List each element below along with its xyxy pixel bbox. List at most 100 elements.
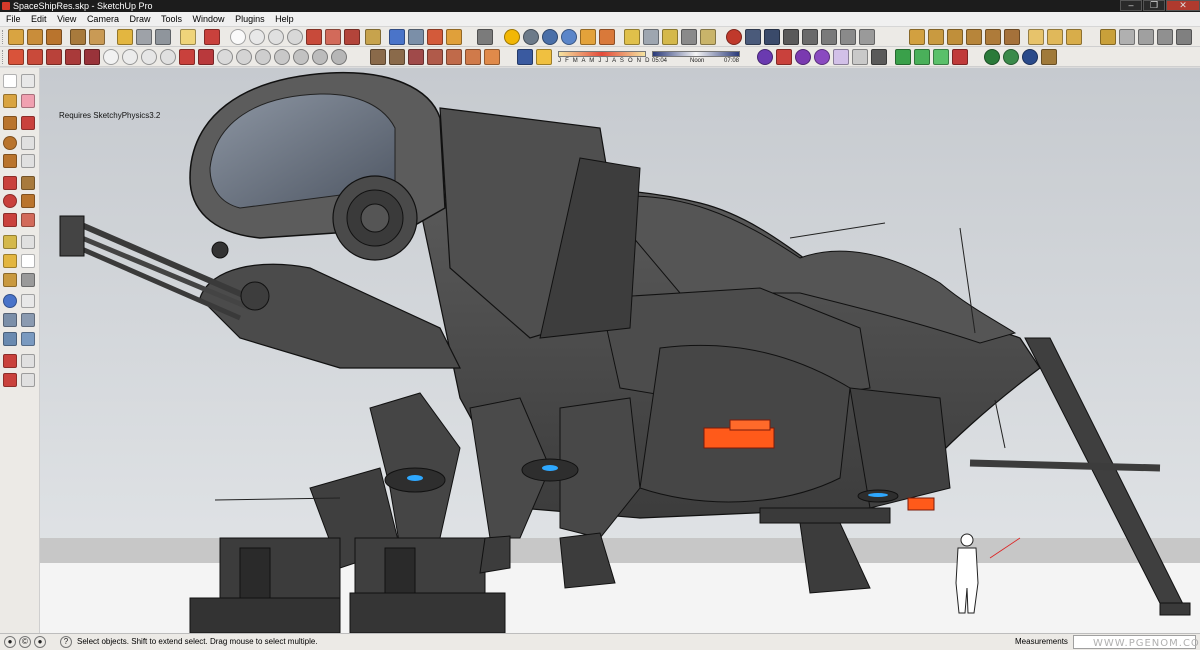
zoom-extents-tool-icon[interactable] [21, 332, 35, 346]
close-button[interactable]: ✕ [1166, 0, 1200, 11]
play-icon[interactable] [745, 29, 761, 45]
materials-icon[interactable] [427, 49, 443, 65]
plugin-tag-icon[interactable] [599, 29, 615, 45]
physics-debug-icon[interactable] [840, 29, 856, 45]
pen-icon[interactable] [852, 49, 868, 65]
std-view-iso-icon[interactable] [928, 29, 944, 45]
style-shaded-icon[interactable] [1100, 29, 1116, 45]
next-scene-icon[interactable] [1003, 49, 1019, 65]
physics-settings-icon[interactable] [802, 29, 818, 45]
nurbs-icon[interactable] [198, 49, 214, 65]
scene-box-icon[interactable] [1041, 49, 1057, 65]
toolbar-grip[interactable] [2, 50, 5, 64]
spin-3d-icon[interactable] [814, 49, 830, 65]
sandbox-from-contours-icon[interactable] [8, 29, 24, 45]
eraser-icon[interactable] [180, 29, 196, 45]
display-shadows-icon[interactable] [536, 49, 552, 65]
iso-view-icon[interactable] [155, 29, 171, 45]
style-wireframe-icon[interactable] [1047, 29, 1063, 45]
uniform-bspline-icon[interactable] [160, 49, 176, 65]
std-view-left-icon[interactable] [1004, 29, 1020, 45]
physics-ui-icon[interactable] [821, 29, 837, 45]
line-red-icon[interactable] [776, 49, 792, 65]
shadow-month-slider[interactable] [558, 51, 646, 57]
dark-box-icon[interactable] [871, 49, 887, 65]
style-xray-icon[interactable] [1028, 29, 1044, 45]
section-plane-tool-icon[interactable] [21, 373, 35, 387]
plugin-r-icon[interactable] [542, 29, 558, 45]
eraser-tool-icon[interactable] [21, 94, 35, 108]
polar-line-icon[interactable] [833, 49, 849, 65]
zoom-icon[interactable] [427, 29, 443, 45]
orbit-3d-icon[interactable] [795, 49, 811, 65]
offset-icon[interactable] [21, 213, 35, 227]
front-view-icon[interactable] [136, 29, 152, 45]
plugin-shadow-icon[interactable] [580, 29, 596, 45]
position-camera-icon[interactable] [3, 354, 17, 368]
make-component-icon[interactable] [21, 74, 35, 88]
plugin-z-icon[interactable] [561, 29, 577, 45]
scale-icon[interactable] [3, 213, 17, 227]
components-icon[interactable] [117, 29, 133, 45]
spline-icon[interactable] [46, 49, 62, 65]
curve-close-icon[interactable] [312, 49, 328, 65]
orbit-icon[interactable] [389, 29, 405, 45]
curve-loft-icon[interactable] [255, 49, 271, 65]
menu-camera[interactable]: Camera [83, 12, 123, 27]
drape-icon[interactable] [89, 29, 105, 45]
pencil-tool-icon[interactable] [204, 29, 220, 45]
maximize-button[interactable]: ❐ [1143, 0, 1165, 11]
scenes-icon[interactable] [408, 49, 424, 65]
cubic-bezier-icon[interactable] [84, 49, 100, 65]
offset-tool-icon[interactable] [287, 29, 303, 45]
rotate-3d-icon[interactable] [757, 49, 773, 65]
polygon-tool-icon[interactable] [268, 29, 284, 45]
std-view-front-icon[interactable] [947, 29, 963, 45]
outliner-icon[interactable] [389, 49, 405, 65]
plugin-gear-icon[interactable] [523, 29, 539, 45]
text-icon[interactable] [21, 254, 35, 268]
orbit-tool-icon[interactable] [3, 294, 17, 308]
smoove-icon[interactable] [46, 29, 62, 45]
std-view-top-icon[interactable] [909, 29, 925, 45]
section-plane-icon[interactable] [681, 29, 697, 45]
physics-joint-icon[interactable] [477, 29, 493, 45]
fspline-icon[interactable] [122, 49, 138, 65]
tape-measure-tool-icon[interactable] [3, 235, 17, 249]
pan-tool-icon[interactable] [21, 294, 35, 308]
menu-edit[interactable]: Edit [27, 12, 51, 27]
shadow-time-slider[interactable] [652, 51, 740, 57]
style-monochrome-icon[interactable] [1138, 29, 1154, 45]
display-settings-icon[interactable] [1157, 29, 1173, 45]
physics-reset-icon[interactable] [783, 29, 799, 45]
circle-tool-icon[interactable] [249, 29, 265, 45]
menu-draw[interactable]: Draw [125, 12, 154, 27]
scale-tool-icon[interactable] [344, 29, 360, 45]
soften-edges-icon[interactable] [465, 49, 481, 65]
3d-text-icon[interactable] [700, 29, 716, 45]
select-tool-icon[interactable] [3, 74, 17, 88]
stop-icon[interactable] [764, 29, 780, 45]
arc-tool-icon[interactable] [230, 29, 246, 45]
line-tool-icon[interactable] [21, 116, 35, 130]
bspline-icon[interactable] [179, 49, 195, 65]
menu-view[interactable]: View [53, 12, 80, 27]
green-push-icon[interactable] [933, 49, 949, 65]
freehand-icon[interactable] [21, 154, 35, 168]
sandbox-from-scratch-icon[interactable] [27, 29, 43, 45]
curve-edit-icon[interactable] [217, 49, 233, 65]
rotate-tool-icon[interactable] [325, 29, 341, 45]
tape-measure-icon[interactable] [365, 29, 381, 45]
previous-view-icon[interactable] [3, 332, 17, 346]
rotate-icon[interactable] [3, 194, 17, 208]
divider-icon[interactable] [141, 49, 157, 65]
push-pull-icon[interactable] [21, 176, 35, 190]
zoom-extents-icon[interactable] [446, 29, 462, 45]
menu-file[interactable]: File [2, 12, 25, 27]
move-icon[interactable] [3, 176, 17, 190]
physics-help-icon[interactable] [859, 29, 875, 45]
display-more-icon[interactable] [1176, 29, 1192, 45]
curve-skin-icon[interactable] [274, 49, 290, 65]
menu-window[interactable]: Window [189, 12, 229, 27]
std-view-right-icon[interactable] [966, 29, 982, 45]
